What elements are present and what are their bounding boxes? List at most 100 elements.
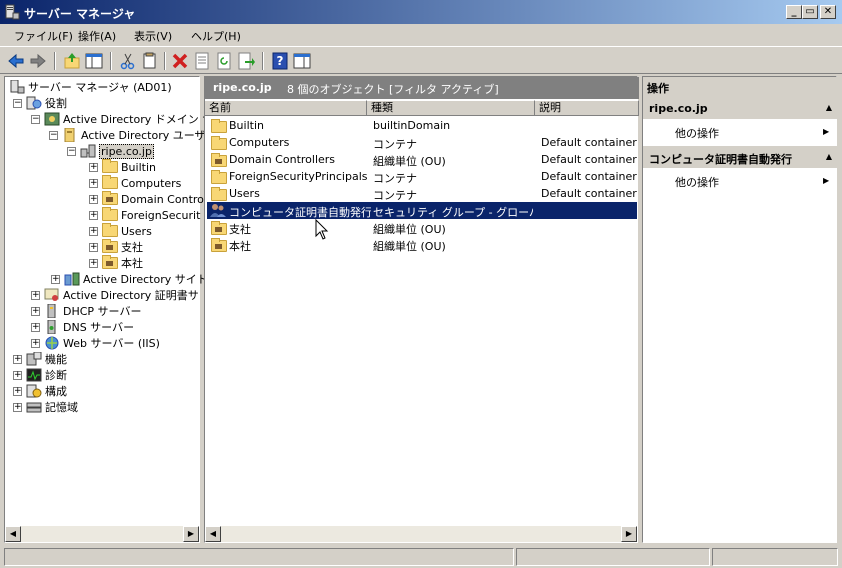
tree-item-label: サーバー マネージャ (AD01): [28, 81, 172, 94]
tree-item-ad-cert[interactable]: + Active Directory 証明書サ: [31, 287, 199, 303]
toolbar-separator: [110, 52, 112, 70]
collapse-icon[interactable]: ▲: [826, 152, 832, 161]
tree-item-users[interactable]: + Users: [89, 223, 152, 239]
expand-toggle[interactable]: +: [89, 242, 98, 252]
tree-item-storage[interactable]: + 記憶域: [13, 399, 78, 415]
more-actions-group[interactable]: 他の操作: [675, 174, 719, 190]
mouse-cursor-icon: [315, 219, 329, 240]
tree-item-label: Computers: [121, 176, 182, 190]
expand-toggle[interactable]: +: [89, 210, 98, 220]
column-header-name[interactable]: 名前: [205, 100, 367, 116]
tree-item-foreign-security[interactable]: + ForeignSecurit: [89, 207, 200, 223]
console-tree[interactable]: サーバー マネージャ (AD01) − 役割 − Active Director…: [4, 76, 213, 543]
action-pane-icon[interactable]: [292, 51, 312, 71]
folder-icon: [102, 207, 118, 221]
actions-header: 操作: [643, 77, 838, 97]
more-actions-domain[interactable]: 他の操作: [675, 125, 719, 141]
list-item[interactable]: Computers コンテナ Default container fo: [207, 134, 637, 151]
collapse-icon[interactable]: ▲: [826, 103, 832, 112]
collapse-toggle[interactable]: −: [13, 98, 22, 108]
expand-toggle[interactable]: +: [13, 354, 22, 364]
expand-toggle[interactable]: +: [13, 386, 22, 396]
expand-toggle[interactable]: +: [31, 322, 40, 332]
export-icon[interactable]: [236, 51, 256, 71]
restore-button[interactable]: ▭: [802, 5, 818, 19]
properties-icon[interactable]: [192, 51, 212, 71]
collapse-toggle[interactable]: −: [31, 114, 40, 124]
actions-section-group[interactable]: コンピュータ証明書自動発行 ▲: [643, 146, 838, 168]
expand-toggle[interactable]: +: [31, 290, 40, 300]
tree-item-features[interactable]: + 機能: [13, 351, 67, 367]
tree-item-ripe-co-jp[interactable]: − ripe.co.jp: [67, 143, 154, 159]
list-item[interactable]: 本社 組織単位 (OU): [207, 236, 637, 253]
list-item[interactable]: Domain Controllers 組織単位 (OU) Default con…: [207, 151, 637, 168]
ou-folder-icon: [211, 221, 227, 235]
expand-toggle[interactable]: +: [89, 162, 98, 172]
forward-icon[interactable]: [28, 51, 48, 71]
tree-item-roles[interactable]: − 役割: [13, 95, 67, 111]
column-header-description[interactable]: 説明: [535, 100, 639, 116]
actions-section-domain[interactable]: ripe.co.jp ▲: [643, 97, 838, 119]
close-button[interactable]: ✕: [820, 5, 836, 19]
menu-action[interactable]: 操作(A): [78, 28, 116, 44]
scroll-left-button[interactable]: ◀: [205, 526, 221, 542]
help-icon[interactable]: ?: [270, 51, 290, 71]
menu-file[interactable]: ファイル(F): [14, 28, 73, 44]
list-item[interactable]: Builtin builtinDomain: [207, 117, 637, 134]
tree-item-dns[interactable]: + DNS サーバー: [31, 319, 134, 335]
status-panel-3: [712, 548, 838, 566]
list-item[interactable]: 支社 組織単位 (OU): [207, 219, 637, 236]
tree-item-computers[interactable]: + Computers: [89, 175, 181, 191]
tree-item-branch[interactable]: + 支社: [89, 239, 143, 255]
item-name: Builtin: [229, 119, 264, 132]
expand-toggle[interactable]: +: [31, 306, 40, 316]
tree-item-dhcp[interactable]: + DHCP サーバー: [31, 303, 141, 319]
list-item[interactable]: ForeignSecurityPrincipals コンテナ Default c…: [207, 168, 637, 185]
tree-item-ad-ds[interactable]: − Active Directory ドメイン サ: [31, 111, 213, 127]
cut-icon[interactable]: [118, 51, 138, 71]
menu-help[interactable]: ヘルプ(H): [191, 28, 241, 44]
delete-icon[interactable]: [170, 51, 190, 71]
refresh-icon[interactable]: [214, 51, 234, 71]
list-item[interactable]: Users コンテナ Default container fo: [207, 185, 637, 202]
expand-toggle[interactable]: +: [89, 226, 98, 236]
expand-toggle[interactable]: +: [13, 402, 22, 412]
expand-toggle[interactable]: +: [89, 178, 98, 188]
back-icon[interactable]: [6, 51, 26, 71]
tree-item-ad-users[interactable]: − Active Directory ユーザ: [49, 127, 206, 143]
tree-item-ad-sites[interactable]: + Active Directory サイト: [51, 271, 208, 287]
copy-icon[interactable]: [140, 51, 160, 71]
expand-toggle[interactable]: +: [51, 274, 60, 284]
tree-item-builtin[interactable]: + Builtin: [89, 159, 156, 175]
collapse-toggle[interactable]: −: [49, 130, 58, 140]
show-hide-tree-icon[interactable]: [84, 51, 104, 71]
up-folder-icon[interactable]: [62, 51, 82, 71]
tree-item-domain-controllers[interactable]: + Domain Contro: [89, 191, 204, 207]
results-horizontal-scrollbar[interactable]: ◀ ▶: [205, 526, 637, 542]
item-name: Users: [229, 187, 260, 200]
tree-item-diagnostics[interactable]: + 診断: [13, 367, 67, 383]
tree-item-label: DNS サーバー: [63, 321, 135, 334]
tree-item-iis[interactable]: + Web サーバー (IIS): [31, 335, 160, 351]
scroll-right-button[interactable]: ▶: [621, 526, 637, 542]
server-manager-icon: [10, 80, 25, 94]
tree-item-server-manager[interactable]: サーバー マネージャ (AD01): [9, 79, 172, 95]
scroll-left-button[interactable]: ◀: [5, 526, 21, 542]
column-header-type[interactable]: 種類: [367, 100, 535, 116]
collapse-toggle[interactable]: −: [67, 146, 76, 156]
tree-horizontal-scrollbar[interactable]: ◀ ▶: [5, 526, 199, 542]
expand-toggle[interactable]: +: [31, 338, 40, 348]
title-bar: サーバー マネージャ _ ▭ ✕: [0, 0, 842, 24]
expand-toggle[interactable]: +: [13, 370, 22, 380]
minimize-button[interactable]: _: [786, 5, 802, 19]
folder-icon: [102, 159, 118, 173]
tree-item-headquarters[interactable]: + 本社: [89, 255, 143, 271]
expand-toggle[interactable]: +: [89, 194, 98, 204]
tree-item-configuration[interactable]: + 構成: [13, 383, 67, 399]
ad-domain-services-icon: [44, 112, 60, 126]
item-type: コンテナ: [373, 138, 417, 151]
list-item-selected[interactable]: コンピュータ証明書自動発行 セキュリティ グループ - グローバル: [207, 202, 637, 219]
expand-toggle[interactable]: +: [89, 258, 98, 268]
menu-view[interactable]: 表示(V): [134, 28, 172, 44]
scroll-right-button[interactable]: ▶: [183, 526, 199, 542]
